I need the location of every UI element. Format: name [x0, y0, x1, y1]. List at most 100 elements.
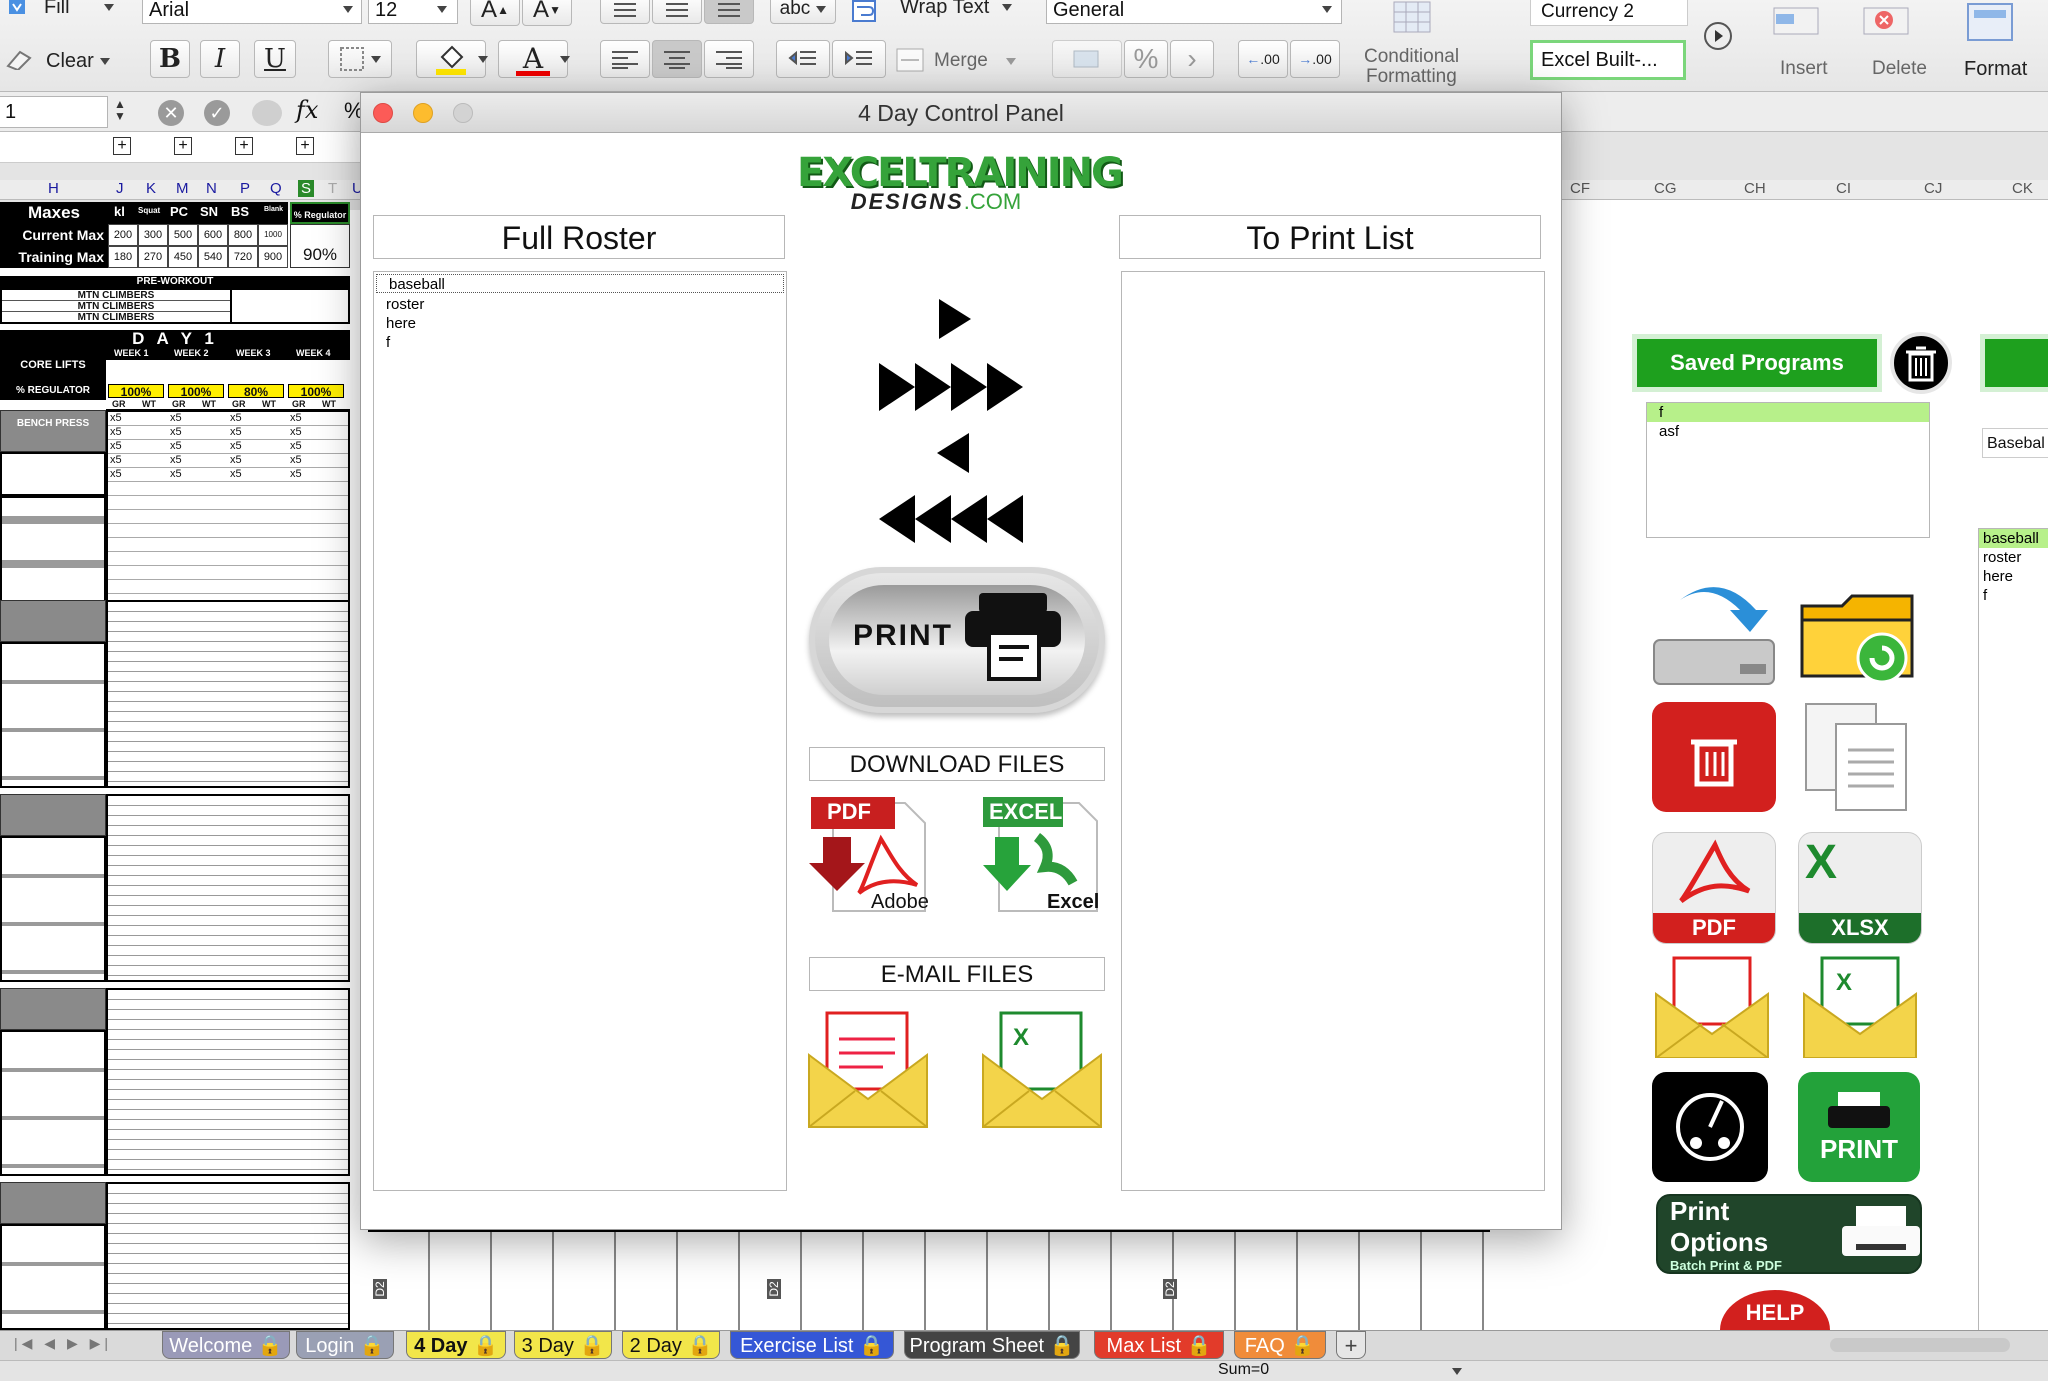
column-header[interactable]: CI: [1836, 180, 1851, 197]
tab-program-sheet[interactable]: Program Sheet 🔒: [904, 1331, 1080, 1359]
fill-button[interactable]: Fill: [44, 0, 70, 19]
pct-cell[interactable]: 80%: [228, 384, 284, 399]
decrease-decimal-button[interactable]: → .00: [1290, 40, 1340, 78]
trash-icon[interactable]: [1890, 332, 1952, 394]
comma-button[interactable]: ›: [1170, 40, 1214, 78]
fx-button[interactable]: fx: [296, 96, 318, 124]
roster-item[interactable]: roster: [1979, 548, 2048, 567]
chevron-down-icon[interactable]: [343, 6, 353, 13]
tab-welcome[interactable]: Welcome 🔒: [162, 1331, 290, 1359]
merge-button[interactable]: Merge: [934, 50, 988, 72]
exercise-grid[interactable]: [106, 794, 350, 982]
align-left-button[interactable]: [600, 40, 650, 78]
saved-programs-button[interactable]: Saved Programs: [1632, 334, 1882, 392]
roster-item[interactable]: here: [374, 314, 786, 333]
column-header[interactable]: T: [328, 180, 337, 197]
function-wizard-icon[interactable]: [252, 100, 282, 126]
pct-cell[interactable]: 100%: [108, 384, 164, 399]
font-color-button[interactable]: A: [498, 40, 568, 78]
conditional-formatting-label-2[interactable]: Formatting: [1366, 66, 1457, 88]
value-cell[interactable]: 450: [168, 246, 198, 268]
column-header[interactable]: CH: [1744, 180, 1766, 197]
print-tile-icon[interactable]: PRINT: [1798, 1072, 1920, 1182]
fill-color-button[interactable]: [416, 40, 486, 78]
chevron-down-icon[interactable]: [560, 56, 570, 63]
indent-decrease-button[interactable]: [776, 40, 830, 78]
delete-cells-icon[interactable]: [1860, 4, 1920, 40]
roster-item[interactable]: here: [1979, 567, 2048, 586]
pct-cell[interactable]: 100%: [288, 384, 344, 399]
xlsx-tile-icon[interactable]: X XLSX: [1798, 832, 1922, 944]
side-roster-list[interactable]: baseball roster here f: [1978, 528, 2048, 1370]
align-top-button[interactable]: [600, 0, 650, 24]
value-cell[interactable]: 540: [198, 246, 228, 268]
move-left-icon[interactable]: [933, 431, 973, 475]
chevron-down-icon[interactable]: [1322, 6, 1332, 13]
font-name-select[interactable]: Arial: [142, 0, 362, 24]
column-header[interactable]: N: [206, 180, 217, 197]
align-middle-button[interactable]: [652, 0, 702, 24]
download-excel-icon[interactable]: EXCEL Excel: [979, 793, 1107, 917]
clear-button[interactable]: Clear: [46, 50, 94, 73]
horizontal-scrollbar[interactable]: [1830, 1338, 2010, 1352]
pct-cell[interactable]: 100%: [168, 384, 224, 399]
email-pdf-icon[interactable]: [1652, 954, 1772, 1059]
saved-programs-list[interactable]: f asf: [1646, 402, 1930, 538]
exercise-header-cell[interactable]: [0, 794, 106, 836]
value-cell[interactable]: 270: [138, 246, 168, 268]
exercise-header-cell[interactable]: [0, 1182, 106, 1224]
exercise-header-cell[interactable]: [0, 988, 106, 1030]
zoom-window-icon[interactable]: [453, 103, 473, 123]
conditional-formatting-icon[interactable]: [1390, 0, 1440, 40]
expand-group-icon[interactable]: +: [235, 137, 253, 155]
exercise-grid[interactable]: [106, 1182, 350, 1330]
minimize-window-icon[interactable]: [413, 103, 433, 123]
chevron-down-icon[interactable]: [104, 4, 114, 11]
accounting-format-button[interactable]: [1052, 40, 1122, 78]
value-cell[interactable]: 1000: [258, 224, 288, 246]
exercise-slot[interactable]: [0, 452, 106, 496]
email-excel-icon[interactable]: X: [981, 1009, 1103, 1129]
chevron-down-icon[interactable]: [1006, 58, 1016, 65]
fill-icon[interactable]: [6, 0, 28, 18]
column-header[interactable]: CG: [1654, 180, 1677, 197]
delete-file-icon[interactable]: [1652, 702, 1776, 812]
exercise-grid[interactable]: [106, 600, 350, 788]
confirm-icon[interactable]: ✓: [204, 100, 230, 126]
insert-cells-icon[interactable]: [1770, 4, 1830, 40]
exercise-slot[interactable]: [0, 642, 106, 788]
roster-item[interactable]: f: [1979, 586, 2048, 605]
column-header[interactable]: K: [146, 180, 156, 197]
exercise-slot[interactable]: [0, 1030, 106, 1176]
underline-button[interactable]: U: [254, 40, 296, 78]
chevron-down-icon[interactable]: [1002, 4, 1012, 11]
full-roster-list[interactable]: baseball roster here f: [373, 271, 787, 1191]
align-right-button[interactable]: [704, 40, 754, 78]
print-button[interactable]: PRINT: [809, 567, 1105, 713]
saved-program-item[interactable]: f: [1647, 403, 1929, 422]
percent-button[interactable]: %: [1124, 40, 1168, 78]
column-header[interactable]: S: [298, 180, 315, 197]
column-header[interactable]: P: [240, 180, 250, 197]
name-box[interactable]: 1: [0, 96, 108, 128]
exercise-grid[interactable]: [106, 988, 350, 1176]
stepper-icon[interactable]: ▲ ▼: [110, 98, 130, 126]
column-header[interactable]: H: [48, 180, 59, 197]
cell-style-excel-builtin[interactable]: Excel Built-...: [1530, 40, 1686, 80]
grow-font-button[interactable]: A ▲: [470, 0, 520, 26]
format-button[interactable]: Format: [1964, 58, 2027, 81]
tab-exercise-list[interactable]: Exercise List 🔒: [730, 1331, 894, 1359]
move-all-left-icon[interactable]: [877, 493, 1027, 545]
expand-group-icon[interactable]: +: [296, 137, 314, 155]
column-header[interactable]: CF: [1570, 180, 1590, 197]
wrap-text-icon[interactable]: [852, 0, 876, 22]
exercise-cell[interactable]: MTN CLIMBERS: [2, 312, 230, 323]
exercise-cell[interactable]: MTN CLIMBERS: [2, 301, 230, 312]
value-cell[interactable]: 900: [258, 246, 288, 268]
move-all-right-icon[interactable]: [877, 361, 1027, 413]
align-bottom-button[interactable]: [704, 0, 754, 24]
chevron-down-icon[interactable]: [1452, 1368, 1462, 1375]
help-button[interactable]: HELP: [1720, 1290, 1830, 1332]
column-header[interactable]: CJ: [1924, 180, 1942, 197]
saved-program-item[interactable]: asf: [1647, 422, 1929, 441]
